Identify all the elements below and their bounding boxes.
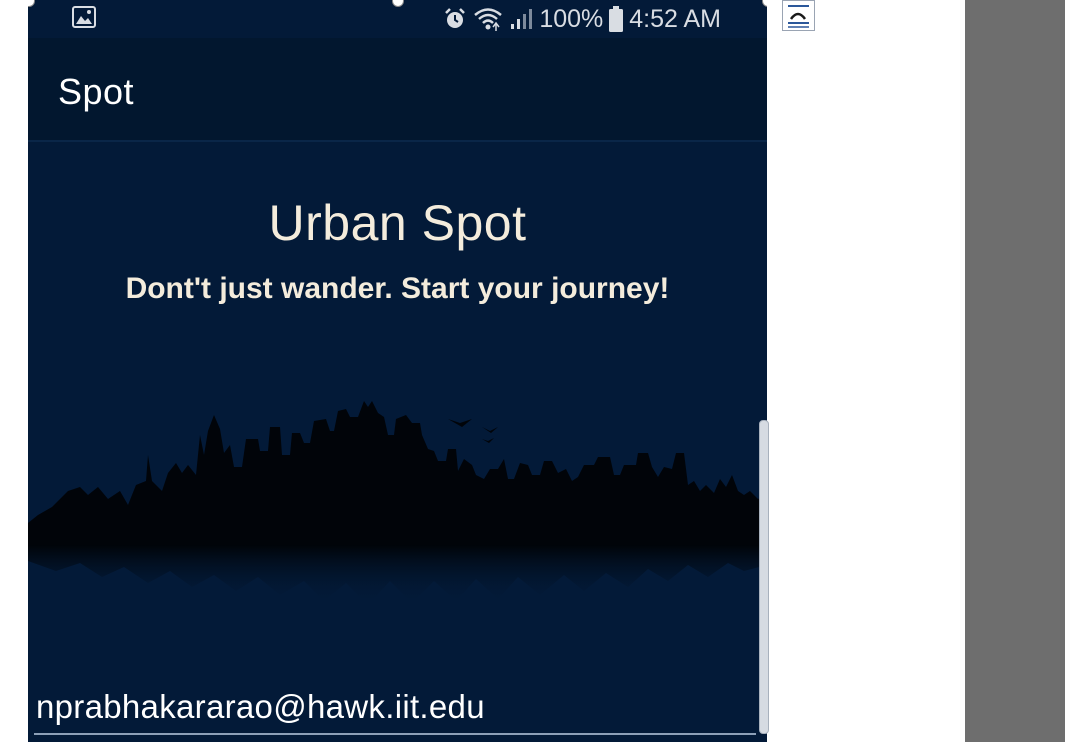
email-field-underline bbox=[34, 733, 756, 735]
wrap-text-icon bbox=[788, 5, 809, 28]
hero-title: Urban Spot bbox=[268, 195, 527, 251]
account-email[interactable]: nprabhakararao@hawk.iit.edu bbox=[36, 688, 485, 726]
hero-subtitle: Dont't just wander. Start your journey! bbox=[125, 272, 670, 305]
editor-canvas: 100% 4:52 AM Spot Urban Spot Dont't just… bbox=[0, 0, 1065, 742]
battery-icon bbox=[609, 6, 624, 32]
battery-percent: 100% bbox=[539, 4, 604, 33]
city-skyline-image bbox=[28, 401, 767, 605]
wifi-icon bbox=[474, 8, 503, 31]
alarm-icon bbox=[445, 8, 466, 28]
status-right-group: 100% 4:52 AM bbox=[443, 3, 721, 35]
status-time: 4:52 AM bbox=[629, 4, 721, 33]
app-bar: Spot bbox=[28, 38, 767, 142]
gallery-icon bbox=[72, 6, 96, 28]
phone-screenshot[interactable]: 100% 4:52 AM Spot Urban Spot Dont't just… bbox=[28, 0, 767, 742]
vertical-scrollbar[interactable] bbox=[759, 420, 769, 734]
app-title: Spot bbox=[58, 71, 135, 112]
signal-icon bbox=[511, 9, 533, 29]
left-margin bbox=[0, 0, 28, 742]
right-gray-panel bbox=[965, 0, 1065, 742]
layout-options-button[interactable] bbox=[782, 0, 815, 31]
